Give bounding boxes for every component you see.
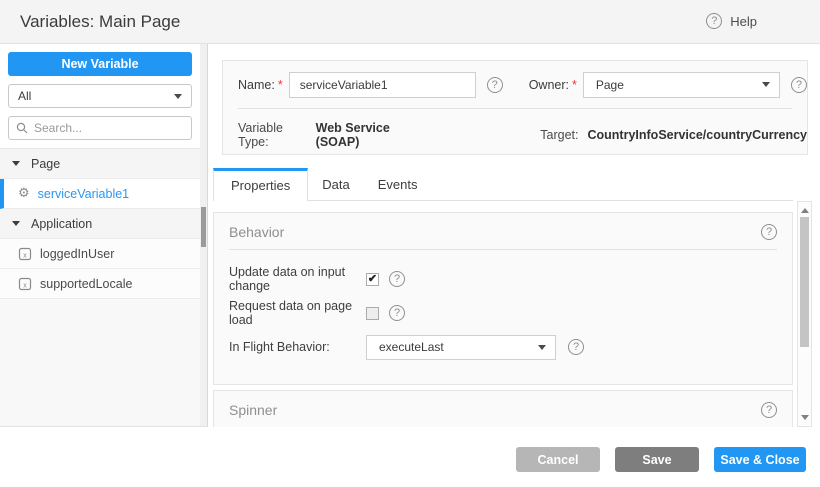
help-button[interactable]: Help bbox=[706, 13, 757, 29]
filter-select-value: All bbox=[18, 89, 31, 103]
tree-item-servicevariable1[interactable]: ⚙ serviceVariable1 bbox=[0, 179, 200, 209]
collapse-triangle-icon bbox=[12, 161, 20, 166]
tab-events[interactable]: Events bbox=[364, 170, 432, 200]
tree-group-label: Page bbox=[31, 157, 60, 171]
content-scrollbar-thumb[interactable] bbox=[800, 217, 809, 347]
chevron-down-icon bbox=[174, 94, 182, 99]
target-label: Target: bbox=[540, 128, 578, 142]
tree-item-label: supportedLocale bbox=[40, 277, 132, 291]
behavior-section-title: Behavior bbox=[229, 224, 284, 240]
dialog-footer: Cancel Save Save & Close bbox=[0, 427, 820, 487]
behavior-help-icon[interactable] bbox=[761, 224, 777, 240]
update-data-label: Update data on input change bbox=[229, 265, 366, 293]
sidebar-scrollbar-thumb[interactable] bbox=[201, 207, 206, 247]
target-value: CountryInfoService/countryCurrency bbox=[588, 128, 808, 142]
chevron-down-icon bbox=[762, 82, 770, 87]
owner-select-value: Page bbox=[596, 78, 624, 92]
tab-data[interactable]: Data bbox=[308, 170, 363, 200]
name-help-icon[interactable] bbox=[487, 77, 503, 93]
request-data-checkbox[interactable] bbox=[366, 307, 379, 320]
owner-help-icon[interactable] bbox=[791, 77, 807, 93]
in-flight-behavior-row: In Flight Behavior: executeLast bbox=[229, 330, 792, 364]
variable-type-label: Variable Type: bbox=[238, 121, 303, 149]
tab-properties[interactable]: Properties bbox=[213, 168, 308, 201]
variables-tree: Page ⚙ serviceVariable1 Application x lo… bbox=[0, 148, 200, 299]
svg-text:x: x bbox=[23, 252, 27, 259]
help-label: Help bbox=[730, 14, 757, 29]
required-marker: * bbox=[278, 78, 283, 92]
update-data-on-input-change-row: Update data on input change ✔ bbox=[229, 262, 792, 296]
page-title: Variables: Main Page bbox=[20, 12, 180, 32]
dialog-header: Variables: Main Page Help bbox=[0, 0, 820, 44]
main-panel: Name: * Owner: * Page Variable Type: Web… bbox=[208, 44, 820, 427]
spinner-section: Spinner bbox=[213, 390, 793, 427]
content-scrollbar[interactable] bbox=[797, 201, 812, 427]
tree-item-loggedinuser[interactable]: x loggedInUser bbox=[0, 239, 200, 269]
request-data-label: Request data on page load bbox=[229, 299, 366, 327]
in-flight-behavior-select[interactable]: executeLast bbox=[366, 335, 556, 360]
scroll-down-icon[interactable] bbox=[801, 415, 809, 420]
search-box[interactable] bbox=[8, 116, 192, 140]
behavior-section: Behavior Update data on input change ✔ R… bbox=[213, 212, 793, 385]
save-button[interactable]: Save bbox=[615, 447, 699, 472]
sidebar-scrollbar[interactable] bbox=[200, 44, 207, 426]
tree-item-supportedlocale[interactable]: x supportedLocale bbox=[0, 269, 200, 299]
owner-select[interactable]: Page bbox=[583, 72, 780, 98]
collapse-triangle-icon bbox=[12, 221, 20, 226]
cancel-button[interactable]: Cancel bbox=[516, 447, 600, 472]
variable-summary-panel: Name: * Owner: * Page Variable Type: Web… bbox=[222, 60, 808, 155]
divider bbox=[238, 108, 792, 109]
tree-group-application[interactable]: Application bbox=[0, 209, 200, 239]
request-data-help-icon[interactable] bbox=[389, 305, 405, 321]
help-icon bbox=[706, 13, 722, 29]
in-flight-behavior-help-icon[interactable] bbox=[568, 339, 584, 355]
required-marker: * bbox=[572, 78, 577, 92]
filter-select[interactable]: All bbox=[8, 84, 192, 108]
name-label: Name: bbox=[238, 78, 275, 92]
search-input[interactable] bbox=[34, 121, 184, 135]
tree-item-label: loggedInUser bbox=[40, 247, 114, 261]
update-data-checkbox[interactable]: ✔ bbox=[366, 273, 379, 286]
tree-group-label: Application bbox=[31, 217, 92, 231]
save-and-close-button[interactable]: Save & Close bbox=[714, 447, 806, 472]
new-variable-button[interactable]: New Variable bbox=[8, 52, 192, 76]
divider bbox=[229, 249, 777, 250]
search-icon bbox=[16, 122, 28, 134]
tree-group-page[interactable]: Page bbox=[0, 149, 200, 179]
spinner-help-icon[interactable] bbox=[761, 402, 777, 418]
chevron-down-icon bbox=[538, 345, 546, 350]
variable-type-value: Web Service (SOAP) bbox=[316, 121, 416, 149]
update-data-help-icon[interactable] bbox=[389, 271, 405, 287]
in-flight-behavior-label: In Flight Behavior: bbox=[229, 340, 366, 354]
request-data-on-page-load-row: Request data on page load bbox=[229, 296, 792, 330]
sidebar-controls: New Variable All bbox=[0, 44, 200, 148]
static-variable-icon: x bbox=[18, 247, 32, 261]
owner-label: Owner: bbox=[529, 78, 569, 92]
svg-text:x: x bbox=[23, 282, 27, 289]
variables-sidebar: New Variable All Page ⚙ serviceVariable1 bbox=[0, 44, 208, 427]
static-variable-icon: x bbox=[18, 277, 32, 291]
properties-tab-content: Behavior Update data on input change ✔ R… bbox=[208, 201, 794, 427]
web-service-gear-icon: ⚙ bbox=[18, 187, 30, 200]
spinner-section-title: Spinner bbox=[229, 402, 277, 418]
tree-item-label: serviceVariable1 bbox=[38, 187, 129, 201]
in-flight-behavior-value: executeLast bbox=[379, 340, 444, 354]
scroll-up-icon[interactable] bbox=[801, 208, 809, 213]
name-field[interactable] bbox=[289, 72, 476, 98]
variables-dialog: Variables: Main Page Help New Variable A… bbox=[0, 0, 820, 487]
tab-bar: Properties Data Events bbox=[213, 167, 793, 201]
